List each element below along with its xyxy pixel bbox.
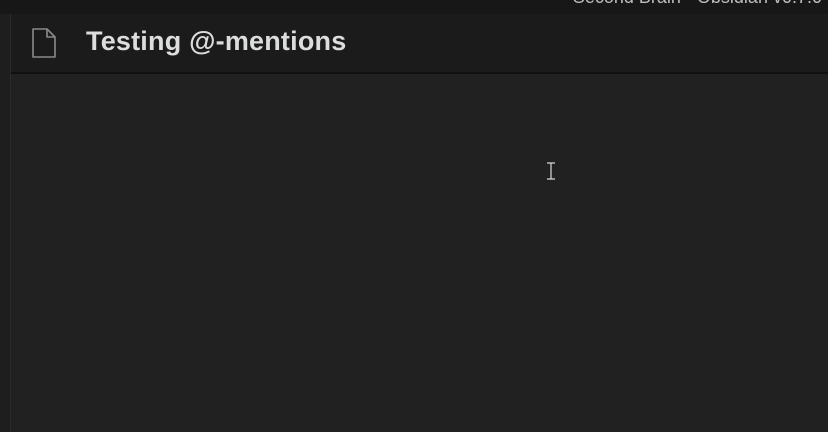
- note-header: Testing @-mentions: [11, 14, 828, 74]
- window-titlebar: Second Brain - Obsidian v0.7.0: [0, 0, 828, 14]
- window-title: Second Brain - Obsidian v0.7.0: [573, 0, 822, 8]
- app-window: Second Brain - Obsidian v0.7.0 Testing @…: [0, 0, 828, 432]
- note-editor-pane: Testing @-mentions: [10, 14, 828, 432]
- text-ibeam-icon: [545, 162, 557, 180]
- note-title[interactable]: Testing @-mentions: [86, 26, 346, 57]
- note-editor-body[interactable]: [11, 74, 828, 432]
- file-icon: [31, 28, 57, 58]
